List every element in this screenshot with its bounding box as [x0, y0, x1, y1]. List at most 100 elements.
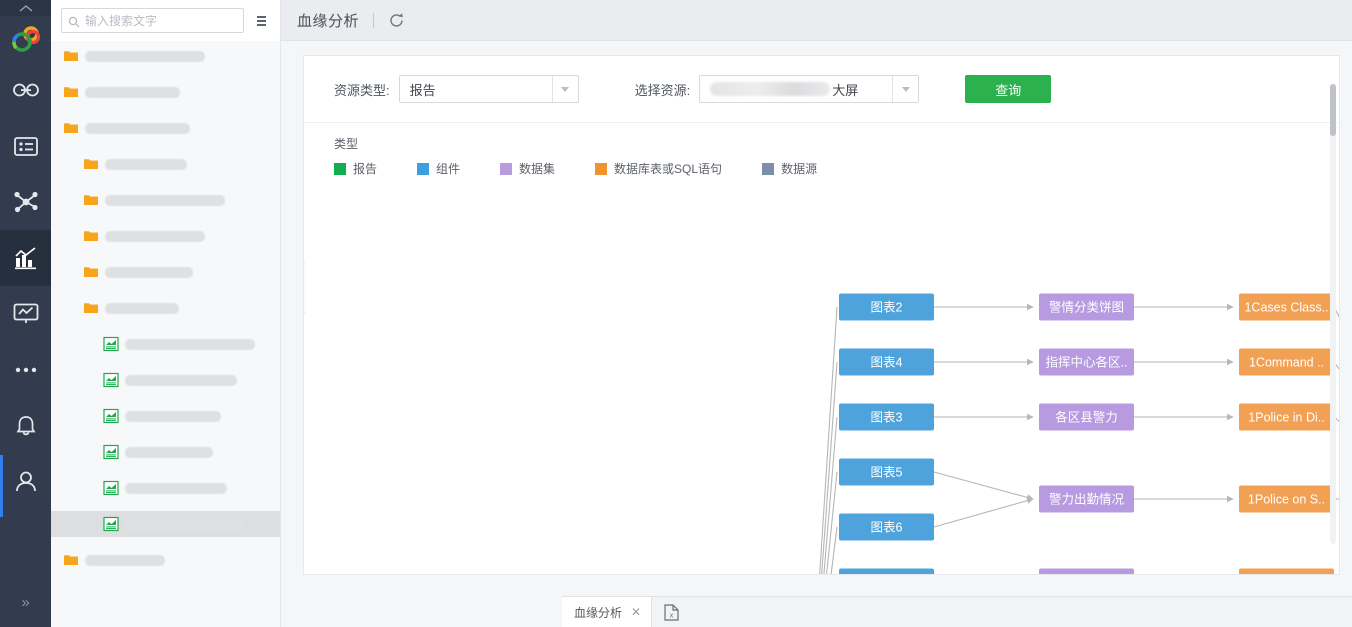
dataset-node-2[interactable]: 各区县警力	[1039, 403, 1134, 431]
rail-active-marker	[0, 455, 3, 517]
table-node-0[interactable]: 1Cases Class..	[1239, 293, 1334, 321]
component-node-1[interactable]: 图表4	[839, 348, 934, 376]
dataset-node-4[interactable]: 警力出勤情况	[1039, 485, 1134, 513]
app-root: » 血缘分析	[0, 0, 1352, 627]
resource-type-select[interactable]: 报告	[398, 75, 579, 103]
close-icon[interactable]: ✕	[631, 605, 641, 619]
tree-row-1[interactable]	[51, 79, 280, 105]
document-icon[interactable]: x	[652, 597, 691, 627]
tree-menu-icon[interactable]	[250, 9, 272, 33]
search-icon	[68, 15, 80, 27]
resource-select-value: 大屏	[700, 80, 892, 99]
tree-row-12[interactable]	[51, 475, 280, 501]
tree-row-label	[85, 554, 165, 566]
table-node-4[interactable]: 1Police on S..	[1239, 485, 1334, 513]
lineage-card: ◀ 资源类型: 报告 选择资源: 大屏 查询	[303, 55, 1340, 575]
node-label: 警力出勤情况	[1049, 491, 1125, 506]
legend-label: 数据库表或SQL语句	[614, 162, 723, 176]
lineage-graph[interactable]: 图表2 警情分类饼图 1Cases Class.. 图表4 指挥中心各区.. 1Comma…	[304, 211, 1339, 574]
sidebar-item-cards[interactable]	[0, 118, 51, 174]
tree-row-4[interactable]	[51, 187, 280, 213]
filter-row: 资源类型: 报告 选择资源: 大屏 查询	[304, 56, 1339, 122]
table-node-6[interactable]: 1Population	[1239, 568, 1334, 575]
tree-row-7[interactable]	[51, 295, 280, 321]
tree-row-9[interactable]	[51, 367, 280, 393]
tree-row-8[interactable]	[51, 331, 280, 357]
sidebar-item-presentation[interactable]	[0, 286, 51, 342]
rail-expand-button[interactable]: »	[0, 585, 51, 619]
search-box[interactable]	[61, 8, 244, 33]
tree-row-0[interactable]	[51, 43, 280, 69]
logo-icon[interactable]	[0, 18, 51, 62]
topbar: 血缘分析	[281, 0, 1352, 41]
tree-row-5[interactable]	[51, 223, 280, 249]
component-node-2[interactable]: 图表3	[839, 403, 934, 431]
node-label: 各区县警力	[1055, 409, 1118, 424]
legend-swatch	[500, 162, 513, 175]
tree-row-13[interactable]	[51, 511, 280, 537]
tab-lineage-analysis[interactable]: 血缘分析 ✕	[562, 597, 653, 627]
tree-row-label	[125, 482, 227, 494]
tree-row-10[interactable]	[51, 403, 280, 429]
sidebar-item-user[interactable]	[0, 454, 51, 510]
search-input[interactable]	[85, 13, 237, 28]
dataset-node-0[interactable]: 警情分类饼图	[1039, 293, 1134, 321]
resource-type-label: 资源类型:	[334, 82, 390, 98]
legend-item-1: 组件	[417, 160, 460, 177]
tree-row-label	[85, 122, 190, 134]
legend-title: 类型	[334, 137, 359, 151]
tree-row-2[interactable]	[51, 115, 280, 141]
graph-scrollbar[interactable]	[1330, 84, 1336, 544]
tree-body	[51, 41, 280, 627]
report-icon	[103, 480, 119, 496]
dataset-node-1[interactable]: 指挥中心各区..	[1039, 348, 1134, 376]
graph-scrollbar-thumb[interactable]	[1330, 84, 1336, 136]
legend-item-2: 数据集	[500, 160, 555, 177]
resource-select[interactable]: 大屏	[699, 75, 920, 103]
legend-label: 报告	[353, 162, 378, 176]
refresh-icon[interactable]	[388, 12, 405, 29]
tree-row-label	[105, 266, 193, 278]
component-node-0[interactable]: 图表2	[839, 293, 934, 321]
panel-collapse-handle[interactable]: ◀	[304, 261, 305, 313]
sidebar-item-network[interactable]	[0, 174, 51, 230]
component-node-5[interactable]: 图表6	[839, 513, 934, 541]
node-label: 1Command ..	[1249, 355, 1324, 369]
table-node-1[interactable]: 1Command ..	[1239, 348, 1334, 376]
folder-icon	[63, 120, 79, 136]
legend-swatch	[334, 162, 346, 175]
legend-swatch	[762, 162, 775, 175]
tree-row-6[interactable]	[51, 259, 280, 285]
tree-row-14[interactable]	[51, 547, 280, 573]
component-node-3[interactable]: 图表5	[839, 458, 934, 486]
legend-item-0: 报告	[334, 160, 377, 177]
content-wrapper: ◀ 资源类型: 报告 选择资源: 大屏 查询	[281, 41, 1352, 627]
node-label: 1Cases Class..	[1244, 300, 1328, 314]
tree-row-label	[85, 86, 180, 98]
tree-row-label	[105, 158, 187, 170]
tree-row-11[interactable]	[51, 439, 280, 465]
report-icon	[103, 336, 119, 352]
sidebar-item-chart[interactable]	[0, 230, 51, 286]
node-label: 警情分类饼图	[1049, 299, 1124, 314]
table-node-2[interactable]: 1Police in Di..	[1239, 403, 1334, 431]
rail-collapse-arrow[interactable]	[0, 0, 51, 16]
sidebar-item-notifications[interactable]	[0, 398, 51, 454]
network-graph-icon	[13, 190, 39, 214]
graph-edge	[933, 471, 1034, 501]
sidebar-item-more[interactable]	[0, 342, 51, 398]
node-rect	[839, 568, 934, 574]
double-chevron-right-icon: »	[21, 593, 30, 611]
dataset-node-6[interactable]: 地区人口	[1039, 568, 1134, 575]
folder-icon	[63, 48, 79, 64]
legend-item-4: 数据源	[762, 160, 817, 177]
folder-icon	[83, 228, 99, 244]
main-area: 血缘分析 ◀ 资源类型: 报告	[281, 0, 1352, 627]
redacted-text	[710, 82, 831, 96]
component-node-6[interactable]: 图表1	[839, 568, 934, 575]
tree-row-3[interactable]	[51, 151, 280, 177]
sidebar-item-link[interactable]	[0, 62, 51, 118]
legend-items: 报告 组件 数据集 数据库表或SQL语句 数据源	[334, 160, 1339, 177]
node-label: 指挥中心各区..	[1046, 354, 1128, 369]
query-button[interactable]: 查询	[965, 75, 1052, 103]
